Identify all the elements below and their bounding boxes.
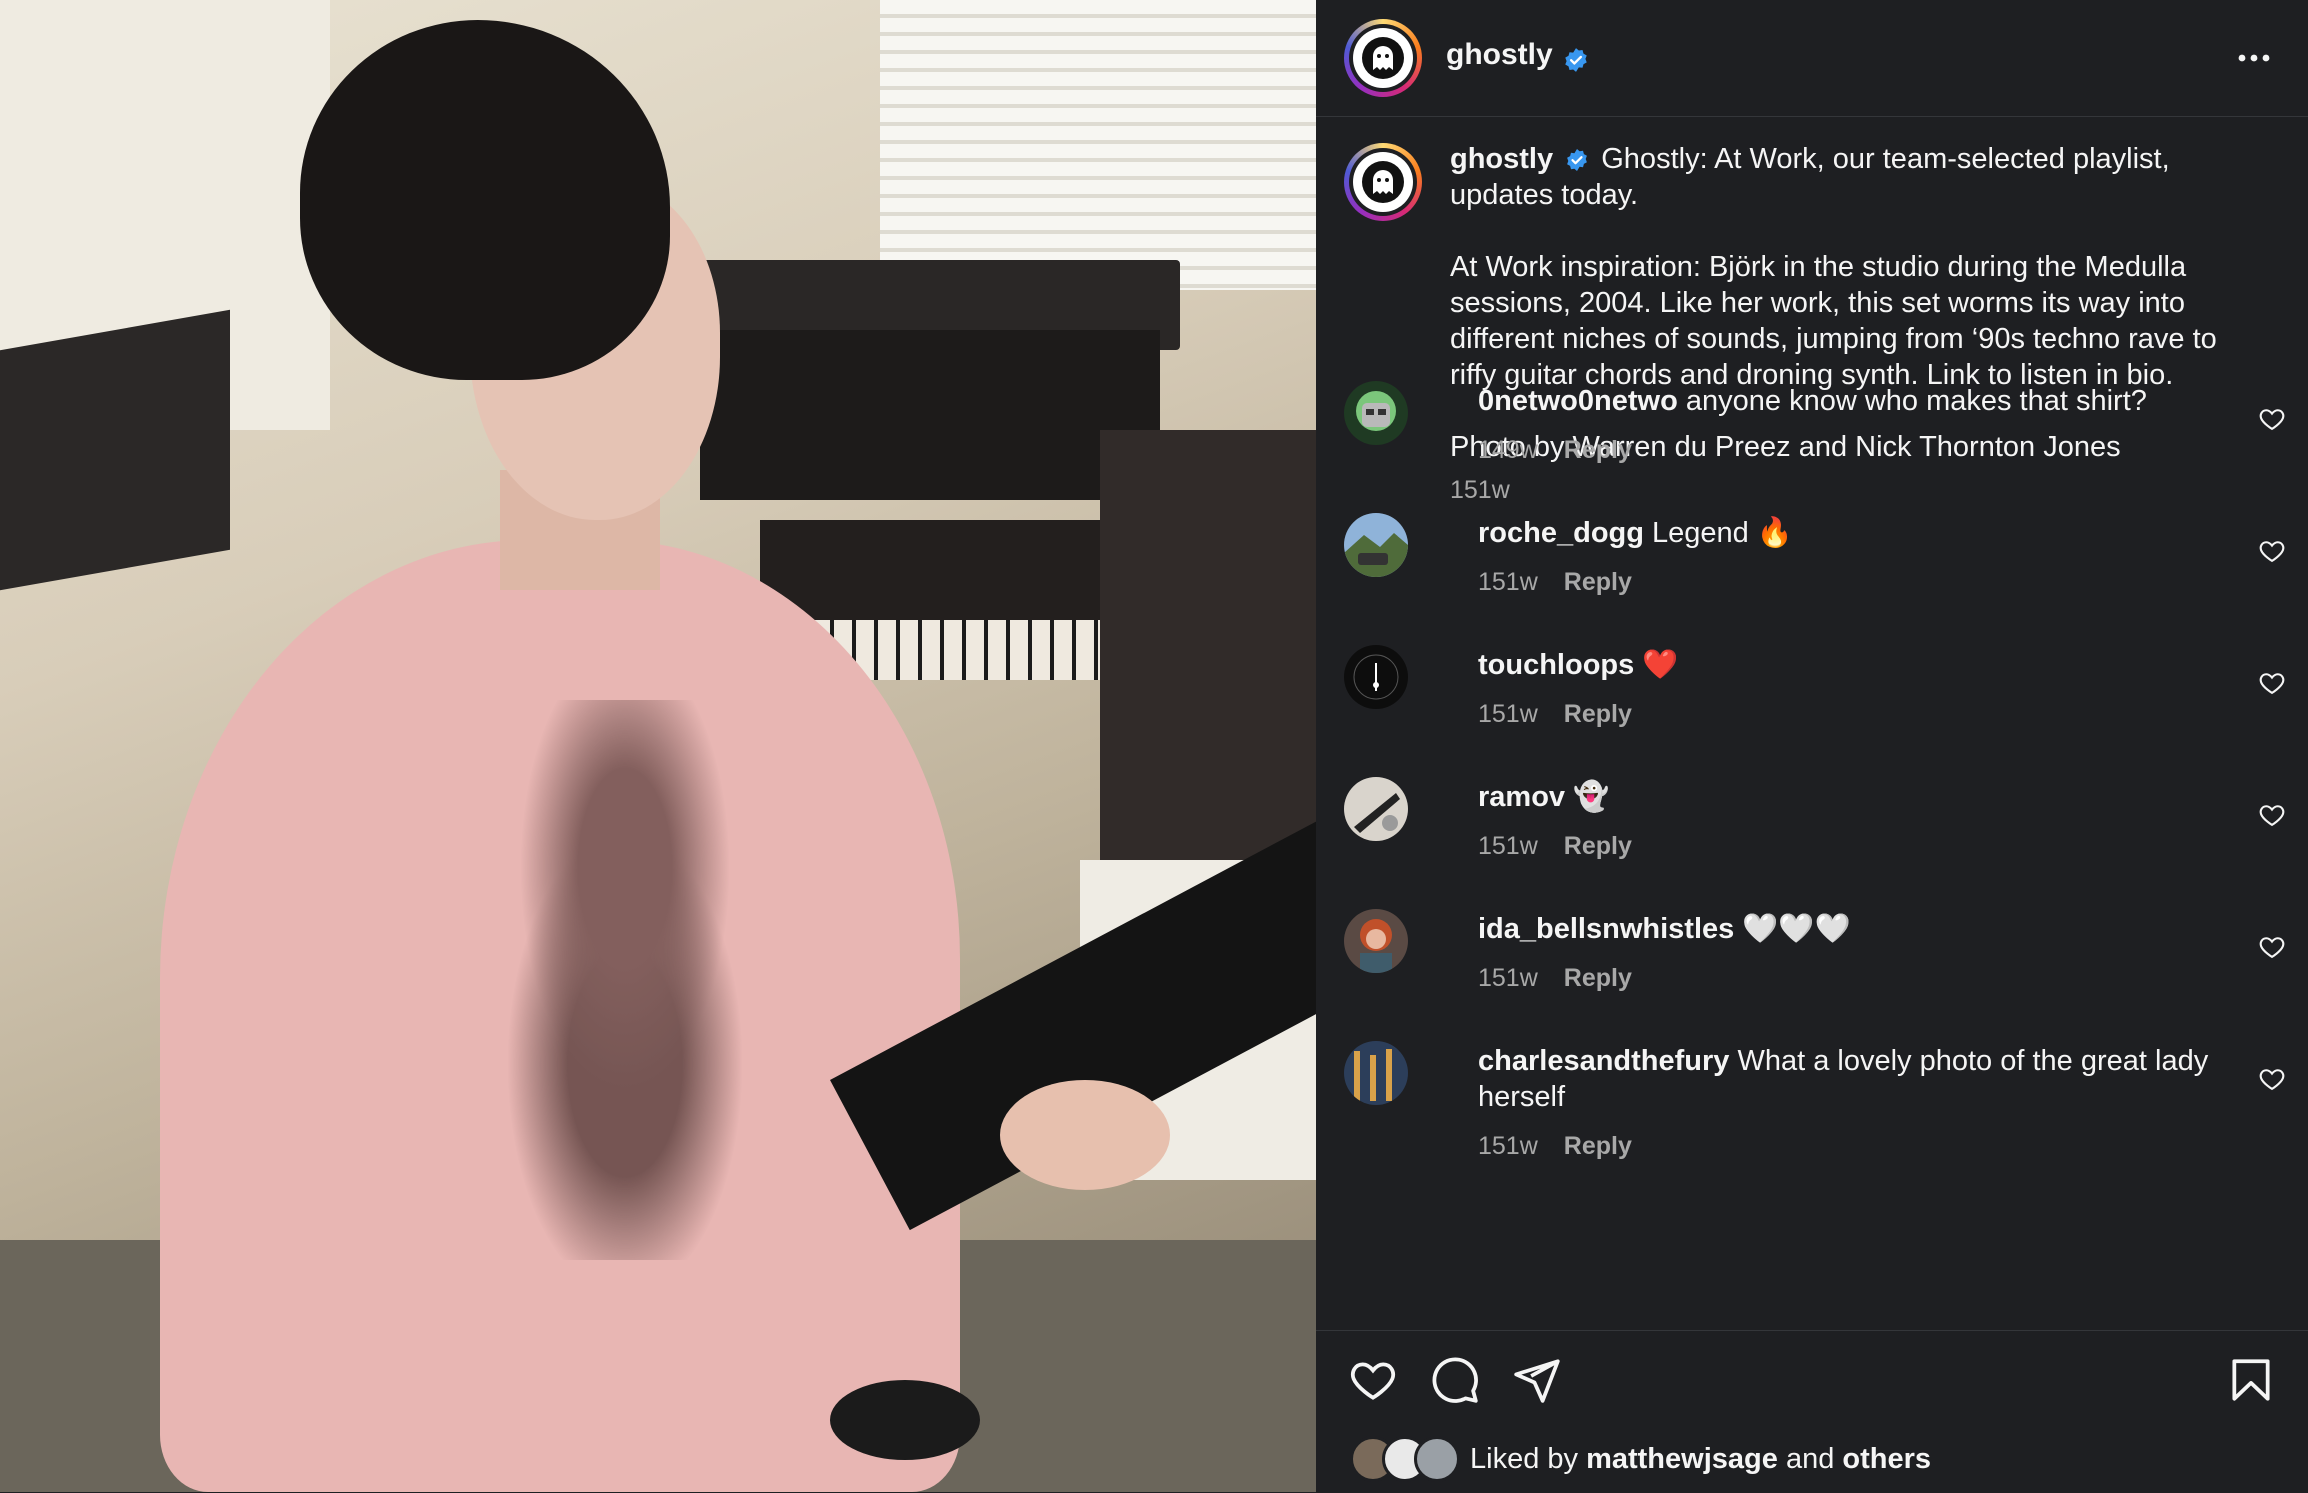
liker-avatars[interactable] (1350, 1436, 1460, 1482)
comment-like-heart-icon[interactable] (2258, 801, 2286, 829)
photo-hand (1000, 1080, 1170, 1190)
verified-badge-icon (1567, 149, 1588, 172)
photo-synthesizer (700, 330, 1160, 500)
reply-button[interactable]: Reply (1564, 832, 1632, 860)
liker-avatar (1414, 1436, 1460, 1482)
like-heart-icon[interactable] (1348, 1355, 1398, 1405)
reply-button[interactable]: Reply (1564, 436, 1632, 464)
caption-title: Ghostly: At Work, our team-selected play… (1450, 143, 2170, 211)
reply-button[interactable]: Reply (1564, 1132, 1632, 1160)
commenter-username[interactable]: ramov (1478, 781, 1565, 813)
comment-like-heart-icon[interactable] (2258, 669, 2286, 697)
liked-by-others[interactable]: others (1842, 1443, 1931, 1476)
commenter-username[interactable]: 0netwo0netwo (1478, 385, 1678, 417)
liked-by-row: Liked by matthewjsage and others (1350, 1436, 1931, 1482)
comment-item: ramov 👻 151w Reply (1344, 777, 2286, 897)
commenter-avatar[interactable] (1344, 645, 1408, 709)
comment-timestamp[interactable]: 151w (1478, 700, 1538, 728)
comment-item: charlesandthefury What a lovely photo of… (1344, 1041, 2286, 1181)
caption-paragraph: At Work inspiration: Björk in the studio… (1450, 251, 2217, 391)
comment-like-heart-icon[interactable] (2258, 537, 2286, 565)
post-action-bar: Liked by matthewjsage and others (1316, 1330, 2308, 1493)
bookmark-icon[interactable] (2226, 1355, 2276, 1405)
comment-text: 🤍🤍🤍 (1742, 913, 1851, 945)
comment-timestamp[interactable]: 149w (1478, 436, 1538, 464)
commenter-avatar[interactable] (1344, 909, 1408, 973)
commenter-username[interactable]: roche_dogg (1478, 517, 1644, 549)
liked-by-prefix: Liked by (1470, 1442, 1579, 1475)
comment-text: ❤️ (1642, 649, 1679, 681)
commenter-username[interactable]: charlesandthefury (1478, 1045, 1729, 1077)
commenter-avatar[interactable] (1344, 777, 1408, 841)
liked-by-conjunction: and (1785, 1442, 1835, 1475)
more-options-icon[interactable] (2234, 40, 2274, 76)
commenter-avatar[interactable] (1344, 513, 1408, 577)
comment-text: Legend 🔥 (1652, 517, 1793, 549)
caption-avatar[interactable] (1344, 143, 1422, 221)
commenter-username[interactable]: ida_bellsnwhistles (1478, 913, 1734, 945)
photo-blinds (880, 0, 1316, 290)
comment-like-heart-icon[interactable] (2258, 1065, 2286, 1093)
comment-timestamp[interactable]: 151w (1478, 568, 1538, 596)
comment-like-heart-icon[interactable] (2258, 405, 2286, 433)
photo-mouse (830, 1380, 980, 1460)
comment-item: roche_dogg Legend 🔥 151w Reply (1344, 513, 2286, 633)
post-photo[interactable] (0, 0, 1316, 1492)
photo-keyboard-left (0, 309, 230, 591)
caption-username[interactable]: ghostly (1450, 143, 1553, 175)
verified-badge-icon (1565, 47, 1587, 72)
comment-timestamp[interactable]: 151w (1478, 832, 1538, 860)
post-side-panel: ghostly ghostly Ghostly: At Work, our te… (1316, 0, 2308, 1492)
reply-button[interactable]: Reply (1564, 568, 1632, 596)
comment-like-heart-icon[interactable] (2258, 933, 2286, 961)
comment-text: anyone know who makes that shirt? (1685, 385, 2147, 417)
comment-text: 👻 (1573, 781, 1610, 813)
comment-timestamp[interactable]: 151w (1478, 1132, 1538, 1160)
photo-sweater-print (440, 700, 810, 1260)
ghost-logo-icon (1362, 37, 1404, 79)
comment-item: 0netwo0netwo anyone know who makes that … (1344, 381, 2286, 501)
comment-timestamp[interactable]: 151w (1478, 964, 1538, 992)
photo-hair (300, 20, 670, 380)
share-icon[interactable] (1512, 1355, 1562, 1405)
comment-icon[interactable] (1430, 1355, 1480, 1405)
reply-button[interactable]: Reply (1564, 964, 1632, 992)
comment-item: touchloops ❤️ 151w Reply (1344, 645, 2286, 765)
ghost-logo-icon (1362, 161, 1404, 203)
reply-button[interactable]: Reply (1564, 700, 1632, 728)
commenter-username[interactable]: touchloops (1478, 649, 1634, 681)
author-username[interactable]: ghostly (1446, 38, 1553, 71)
commenter-avatar[interactable] (1344, 381, 1408, 445)
author-avatar[interactable] (1344, 19, 1422, 97)
comment-item: ida_bellsnwhistles 🤍🤍🤍 151w Reply (1344, 909, 2286, 1029)
post-header: ghostly (1316, 0, 2308, 117)
comments-scroll-area[interactable]: ghostly Ghostly: At Work, our team-selec… (1316, 117, 2308, 1330)
liked-by-user[interactable]: matthewjsage (1586, 1443, 1778, 1476)
commenter-avatar[interactable] (1344, 1041, 1408, 1105)
